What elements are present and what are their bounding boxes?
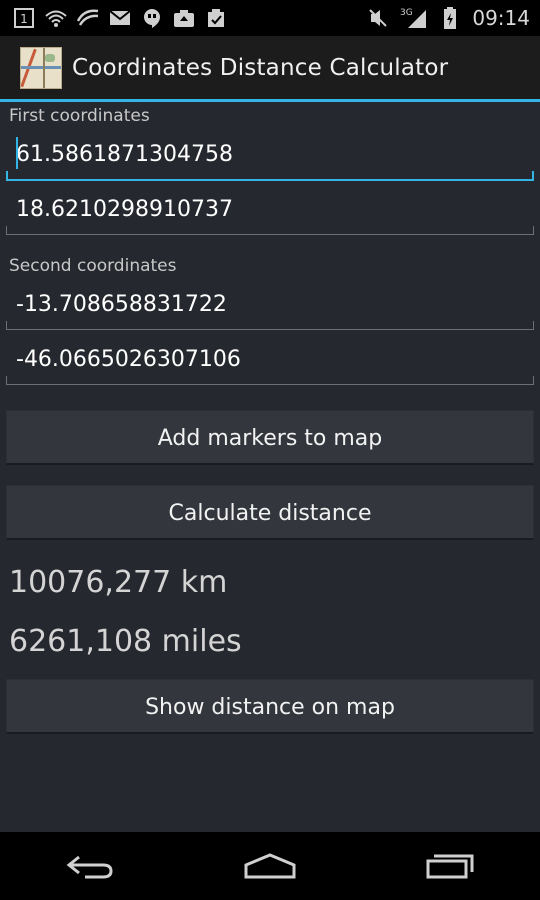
map-app-icon[interactable] — [20, 46, 62, 89]
signal-3g-icon: 3G — [400, 6, 428, 30]
mute-icon — [366, 6, 390, 30]
second-longitude-field[interactable] — [6, 334, 534, 385]
second-longitude-input[interactable] — [16, 340, 516, 378]
first-latitude-field[interactable] — [6, 129, 534, 181]
status-bar: 1 3G 09:14 — [0, 0, 540, 36]
second-coordinates-label: Second coordinates — [9, 256, 177, 276]
network-label: 3G — [400, 8, 413, 18]
first-longitude-input[interactable] — [16, 190, 516, 228]
notification-count: 1 — [20, 12, 28, 26]
app-title: Coordinates Distance Calculator — [72, 54, 449, 81]
gmail-icon — [108, 6, 132, 30]
notification-count-icon: 1 — [12, 6, 36, 30]
first-coordinates-label: First coordinates — [9, 106, 150, 126]
calculate-distance-button[interactable]: Calculate distance — [6, 485, 534, 540]
show-distance-on-map-button[interactable]: Show distance on map — [6, 679, 534, 734]
status-time: 09:14 — [472, 6, 530, 30]
recent-apps-button[interactable] — [410, 841, 490, 891]
second-latitude-field[interactable] — [6, 279, 534, 330]
distance-miles: 6261,108 miles — [9, 624, 242, 659]
first-longitude-field[interactable] — [6, 184, 534, 235]
recent-apps-icon — [426, 854, 474, 879]
hangouts-icon — [140, 6, 164, 30]
battery-icon — [438, 6, 462, 30]
clipboard-check-icon — [204, 6, 228, 30]
status-bar-notifications: 1 — [0, 6, 228, 30]
second-latitude-input[interactable] — [16, 285, 516, 323]
camera-upload-icon — [172, 6, 196, 30]
home-button[interactable] — [230, 841, 310, 891]
home-icon — [244, 853, 296, 879]
distance-km: 10076,277 km — [9, 565, 228, 600]
first-latitude-input[interactable] — [16, 135, 516, 173]
action-bar: Coordinates Distance Calculator — [0, 36, 540, 102]
wifi-icon — [44, 6, 68, 30]
back-button[interactable] — [50, 841, 130, 891]
add-markers-button[interactable]: Add markers to map — [6, 410, 534, 465]
navigation-bar — [0, 832, 540, 900]
swiftkey-icon — [76, 6, 100, 30]
status-bar-system: 3G 09:14 — [366, 6, 540, 30]
back-icon — [66, 855, 113, 879]
text-cursor — [16, 137, 18, 169]
